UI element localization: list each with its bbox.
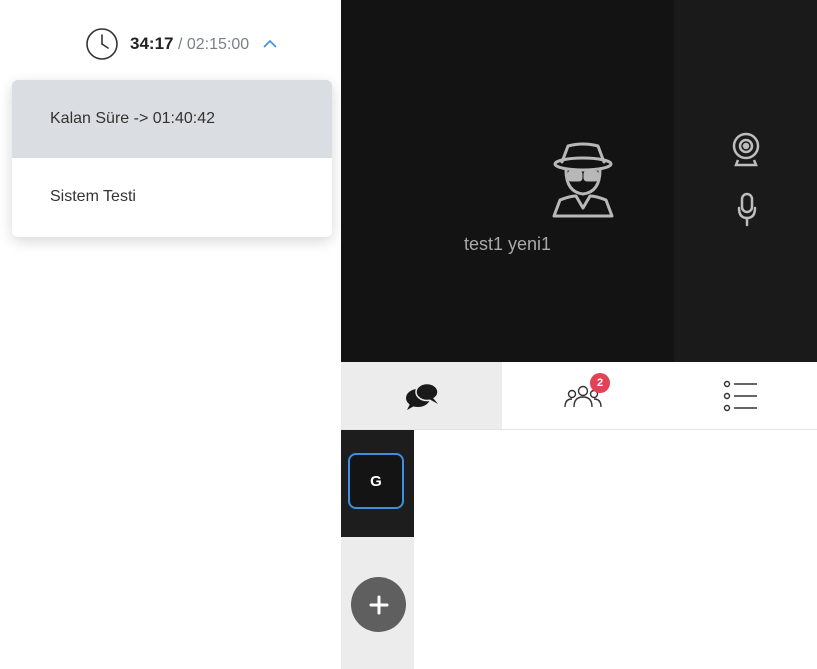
menu-item-remaining-time[interactable]: Kalan Süre -> 01:40:42 [12,80,332,158]
group-g-button[interactable]: G [348,453,404,509]
tab-list[interactable] [664,362,817,429]
video-panel: test1 yeni1 [341,0,817,362]
timer-bar: 34:17 / 02:15:00 [84,24,281,64]
rail-active-section: G [341,430,414,537]
webcam-icon[interactable] [730,132,762,168]
participants-count-badge: 2 [590,373,610,393]
spy-icon [552,142,614,218]
tab-participants[interactable]: 2 [502,362,664,429]
chat-bubbles-icon [405,382,439,410]
add-button[interactable] [351,577,406,632]
plus-icon [369,595,388,614]
room-rail: G [341,430,414,669]
panel-tab-bar: 2 [341,362,817,430]
microphone-icon[interactable] [737,192,757,228]
clock-icon [84,26,120,62]
menu-item-system-test[interactable]: Sistem Testi [12,158,332,236]
timer-dropdown-menu: Kalan Süre -> 01:40:42 Sistem Testi [12,80,332,237]
elapsed-time: 34:17 [130,34,174,53]
participant-name: test1 yeni1 [463,234,552,254]
video-controls-strip [674,0,817,362]
chevron-up-icon[interactable] [259,33,281,55]
tab-chat[interactable] [341,362,502,429]
list-icon [723,380,757,411]
total-time: / 02:15:00 [177,36,250,53]
